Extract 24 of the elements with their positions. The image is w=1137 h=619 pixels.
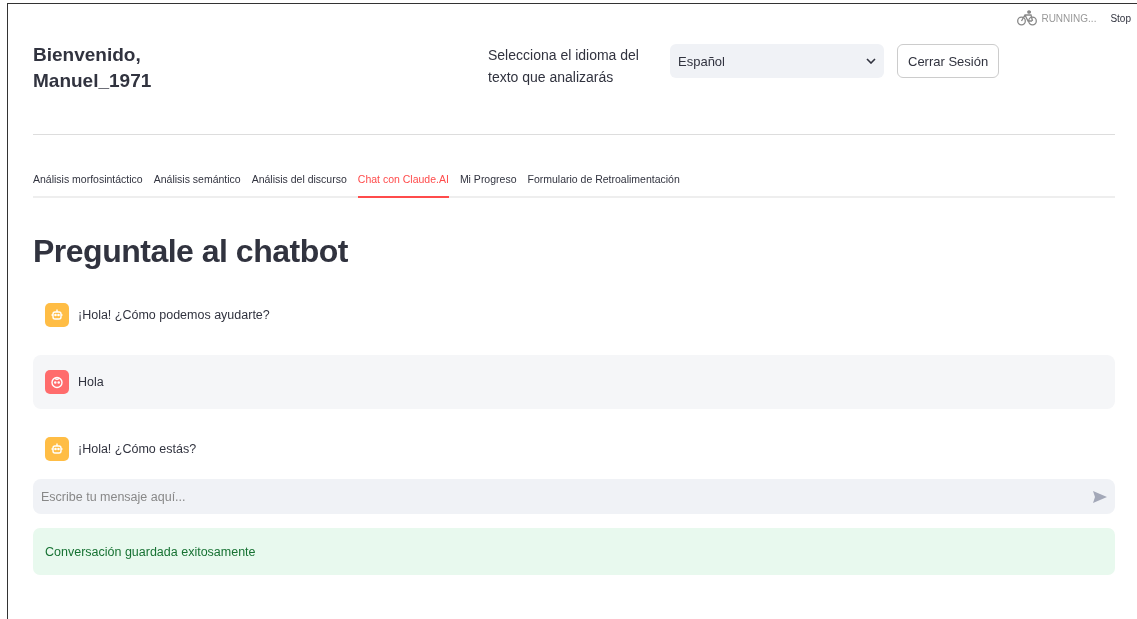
username: Manuel_1971 [33, 69, 153, 93]
logout-button[interactable]: Cerrar Sesión [897, 44, 1000, 78]
running-status: RUNNING... [1041, 12, 1097, 24]
chat-message: Hola [78, 375, 104, 389]
tab[interactable]: Formulario de Retroalimentación [527, 173, 680, 198]
send-icon[interactable] [1093, 491, 1107, 503]
user-avatar-icon [45, 370, 69, 394]
page-title: Preguntale al chatbot [33, 233, 348, 269]
chat-message: ¡Hola! ¿Cómo podemos ayudarte? [78, 308, 270, 322]
language-dropdown[interactable]: Español [670, 44, 884, 78]
robot-avatar-icon [45, 303, 69, 327]
chat-input-field[interactable]: Escribe tu mensaje aquí... [33, 479, 1115, 514]
tab[interactable]: Análisis del discurso [251, 173, 347, 198]
chevron-down-icon [866, 58, 876, 64]
stop-link[interactable]: Stop [1110, 12, 1131, 24]
welcome-heading: Bienvenido, [33, 43, 142, 67]
language-label: Selecciona el idioma del texto que analizarás [488, 46, 640, 87]
bicycle-icon [1017, 10, 1038, 26]
success-alert: Conversación guardada exitosamente [33, 528, 1115, 575]
tab[interactable]: Análisis morfosintáctico [33, 173, 143, 198]
tab[interactable]: Análisis semántico [153, 173, 241, 198]
chat-message: ¡Hola! ¿Cómo estás? [78, 442, 197, 456]
robot-avatar-icon [45, 437, 69, 461]
tab[interactable]: Mi Progreso [459, 173, 517, 198]
